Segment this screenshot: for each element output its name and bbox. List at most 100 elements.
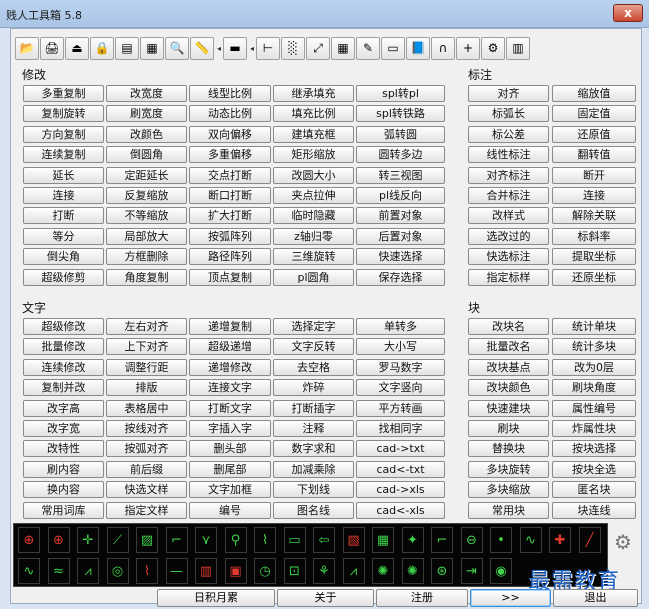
modify-button[interactable]: 方向复制: [23, 125, 104, 143]
text-button[interactable]: 表格居中: [106, 399, 187, 417]
modify-button[interactable]: 按弧阵列: [189, 227, 271, 245]
text-button[interactable]: 按线对齐: [106, 420, 187, 437]
block-button[interactable]: 刷块角度: [552, 379, 636, 397]
square-dot-icon[interactable]: ⊡: [283, 558, 306, 584]
modify-button[interactable]: spl转铁路: [356, 105, 445, 123]
zigzag-icon[interactable]: ⩘: [77, 558, 99, 584]
edit-doc-icon[interactable]: ✎: [356, 36, 380, 60]
about-button[interactable]: 关于: [277, 589, 374, 607]
arrow-back-icon[interactable]: ⇦: [313, 527, 335, 553]
modify-button[interactable]: 圆转多边: [356, 146, 445, 164]
text-button[interactable]: 图名线: [273, 501, 354, 519]
text-button[interactable]: 递增复制: [189, 318, 271, 335]
modify-button[interactable]: 不等缩放: [106, 207, 187, 225]
export-icon[interactable]: ⏏: [65, 36, 89, 60]
grid-table-icon[interactable]: ▦: [372, 527, 394, 553]
modify-button[interactable]: 转三视图: [356, 166, 445, 184]
dimension-button[interactable]: 解除关联: [552, 207, 636, 225]
modify-button[interactable]: 前置对象: [356, 207, 445, 225]
block-button[interactable]: 改为0层: [552, 358, 636, 376]
text-button[interactable]: cad<-xls: [356, 501, 445, 519]
close-button[interactable]: x: [613, 4, 643, 22]
ruler-icon[interactable]: 📏: [190, 36, 214, 60]
block-button[interactable]: 统计单块: [552, 318, 636, 335]
calculator-icon[interactable]: ▥: [506, 36, 530, 60]
modify-button[interactable]: 夹点拉伸: [273, 187, 354, 204]
text-button[interactable]: 下划线: [273, 481, 354, 499]
modify-button[interactable]: 倒圆角: [106, 146, 187, 164]
text-button[interactable]: 打断文字: [189, 399, 271, 417]
modify-button[interactable]: 快速选择: [356, 248, 445, 266]
text-button[interactable]: 刷内容: [23, 460, 104, 478]
modify-button[interactable]: 矩形缩放: [273, 146, 354, 164]
modify-button[interactable]: 临时隐藏: [273, 207, 354, 225]
target-red-icon[interactable]: ⊕: [18, 527, 40, 553]
bracket-icon[interactable]: ⌐: [165, 527, 188, 553]
block-button[interactable]: 刷块: [468, 420, 549, 437]
modify-button[interactable]: 连续复制: [23, 146, 104, 164]
printer-icon[interactable]: 🖨: [40, 36, 64, 60]
spring-icon[interactable]: ∿: [18, 558, 40, 584]
diagonal-line-icon[interactable]: ╱: [578, 527, 601, 553]
modify-button[interactable]: 填充比例: [273, 105, 354, 123]
block-button[interactable]: 块连线: [552, 501, 636, 519]
modify-button[interactable]: 局部放大: [106, 227, 187, 245]
modify-button[interactable]: 改圆大小: [273, 166, 354, 184]
clock-icon[interactable]: ◷: [254, 558, 276, 584]
modify-button[interactable]: 继承填充: [273, 85, 354, 102]
wave-line-icon[interactable]: ∿: [519, 527, 542, 553]
modify-button[interactable]: 三维旋转: [273, 248, 354, 266]
color-palette-icon[interactable]: ▦: [331, 36, 355, 60]
block-button[interactable]: 替换块: [468, 440, 549, 458]
dimension-button[interactable]: 快选标注: [468, 248, 549, 266]
modify-button[interactable]: 扩大打断: [189, 207, 271, 225]
text-button[interactable]: 加减乘除: [273, 460, 354, 478]
dimension-button[interactable]: 缩放值: [552, 85, 636, 102]
gradient-icon[interactable]: ░: [281, 36, 305, 60]
book-icon[interactable]: 📘: [406, 36, 430, 60]
modify-button[interactable]: 方框删除: [106, 248, 187, 266]
text-button[interactable]: 快选文样: [106, 481, 187, 499]
modify-button[interactable]: 建填充框: [273, 125, 354, 143]
text-button[interactable]: 复制并改: [23, 379, 104, 397]
modify-button[interactable]: 角度复制: [106, 268, 187, 286]
block-button[interactable]: 改块名: [468, 318, 549, 335]
block-button[interactable]: 按块全选: [552, 460, 636, 478]
text-button[interactable]: cad->txt: [356, 440, 445, 458]
text-button[interactable]: cad->xls: [356, 481, 445, 499]
dimension-button[interactable]: 固定值: [552, 105, 636, 123]
text-button[interactable]: 连续修改: [23, 358, 104, 376]
modify-button[interactable]: 保存选择: [356, 268, 445, 286]
arrow-left-2-icon[interactable]: ◂: [248, 37, 256, 60]
dimension-button[interactable]: 断开: [552, 166, 636, 184]
arrow-right-line-icon[interactable]: ⇥: [460, 558, 483, 584]
block-button[interactable]: 批量改名: [468, 338, 549, 356]
stairs-icon[interactable]: ⌐: [431, 527, 453, 553]
dimension-button[interactable]: 选改过的: [468, 227, 549, 245]
arrow-left-icon[interactable]: ◂: [215, 37, 223, 60]
block-button[interactable]: 炸属性块: [552, 420, 636, 437]
circle-grid-icon[interactable]: ⊛: [431, 558, 453, 584]
text-button[interactable]: 炸碎: [273, 379, 354, 397]
modify-button[interactable]: 路径阵列: [189, 248, 271, 266]
text-button[interactable]: 排版: [106, 379, 187, 397]
crosshair-icon[interactable]: +: [456, 36, 480, 60]
text-button[interactable]: 找相同字: [356, 420, 445, 437]
text-button[interactable]: 字插入字: [189, 420, 271, 437]
magnet-icon[interactable]: ∩: [431, 36, 455, 60]
text-button[interactable]: 换内容: [23, 481, 104, 499]
text-button[interactable]: 编号: [189, 501, 271, 519]
text-button[interactable]: 删尾部: [189, 460, 271, 478]
line-icon[interactable]: —: [165, 558, 188, 584]
text-button[interactable]: 超级递增: [189, 338, 271, 356]
dimension-button[interactable]: 提取坐标: [552, 248, 636, 266]
monitor-icon[interactable]: ▭: [381, 36, 405, 60]
modify-button[interactable]: 复制旋转: [23, 105, 104, 123]
wave-box-icon[interactable]: ⌇: [254, 527, 276, 553]
text-button[interactable]: 常用词库: [23, 501, 104, 519]
dimension-button[interactable]: 标斜率: [552, 227, 636, 245]
modify-button[interactable]: 双向偏移: [189, 125, 271, 143]
wave-icon[interactable]: ≈: [47, 558, 70, 584]
lock-icon[interactable]: 🔒: [90, 36, 114, 60]
text-button[interactable]: 左右对齐: [106, 318, 187, 335]
